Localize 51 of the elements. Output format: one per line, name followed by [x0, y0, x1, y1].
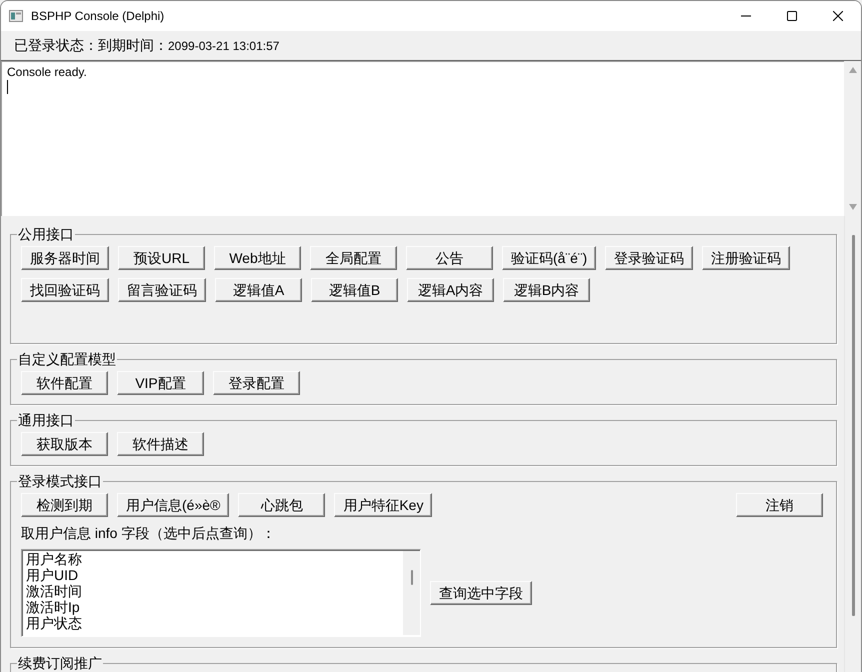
group-title: 自定义配置模型 [17, 351, 117, 367]
command-button[interactable]: 逻辑值A [215, 278, 302, 302]
list-item[interactable]: 用户UID [24, 567, 401, 583]
close-icon [833, 11, 843, 21]
command-button[interactable]: 预设URL [118, 246, 205, 270]
command-button[interactable]: 服务器时间 [21, 246, 109, 270]
command-button[interactable]: 用户特征Key [334, 493, 432, 517]
scrollbar[interactable] [403, 551, 420, 635]
command-button[interactable]: 找回验证码 [21, 278, 109, 302]
command-button[interactable]: 全局配置 [310, 246, 397, 270]
scrollbar-thumb[interactable] [852, 235, 854, 616]
group-title: 通用接口 [17, 412, 75, 428]
command-button[interactable]: 用户信息(é»è® [117, 493, 230, 517]
group-title: 续费订阅推广 [17, 655, 103, 671]
command-button[interactable]: 注册验证码 [702, 246, 790, 270]
list-item[interactable]: 用户状态 [24, 615, 401, 631]
command-button[interactable]: 心跳包 [238, 493, 326, 517]
command-button[interactable]: 检测到期 [21, 493, 108, 517]
maximize-icon [787, 11, 797, 21]
command-button[interactable]: 软件描述 [117, 432, 204, 456]
console-line: Console ready. [7, 65, 87, 79]
list-item[interactable]: 激活时Ip [24, 599, 401, 615]
group-title: 登录模式接口 [17, 473, 103, 489]
command-button[interactable]: 验证码(å¨é¨) [502, 246, 596, 270]
list-item[interactable]: 用户名称 [24, 551, 401, 567]
expiry-time: 2099-03-21 13:01:57 [168, 38, 280, 52]
logout-button[interactable]: 注销 [736, 493, 823, 517]
scroll-up-icon[interactable] [848, 67, 856, 73]
scroll-down-icon[interactable] [848, 204, 856, 210]
field-listbox[interactable]: 用户名称 用户UID 激活时间 激活时Ip 用户状态 [21, 549, 421, 637]
command-button[interactable]: 逻辑值B [311, 278, 398, 302]
command-button[interactable]: 公告 [406, 246, 493, 270]
console-output[interactable]: Console ready. [1, 60, 861, 216]
group-title: 公用接口 [17, 226, 75, 242]
scrollbar[interactable] [844, 61, 861, 216]
command-button[interactable]: 获取版本 [21, 432, 108, 456]
command-button[interactable]: 留言验证码 [118, 278, 206, 302]
command-button[interactable]: 登录配置 [213, 371, 300, 395]
scrollbar-thumb[interactable] [410, 570, 412, 585]
command-button[interactable]: 软件配置 [21, 371, 108, 395]
command-button[interactable]: 逻辑A内容 [407, 278, 494, 302]
query-button[interactable]: 查询选中字段 [430, 581, 532, 605]
login-status-label: 已登录状态：到期时间： [14, 36, 168, 54]
window-title: BSPHP Console (Delphi) [31, 9, 164, 23]
app-window-icon [9, 10, 23, 22]
command-button[interactable]: 登录验证码 [605, 246, 694, 270]
command-button[interactable]: VIP配置 [117, 371, 204, 395]
command-button[interactable]: 逻辑B内容 [503, 278, 590, 302]
list-item[interactable]: 激活时间 [24, 583, 401, 599]
command-button[interactable]: Web地址 [214, 246, 301, 270]
field-list-label: 取用户信息 info 字段（选中后点查询）： [21, 525, 276, 541]
